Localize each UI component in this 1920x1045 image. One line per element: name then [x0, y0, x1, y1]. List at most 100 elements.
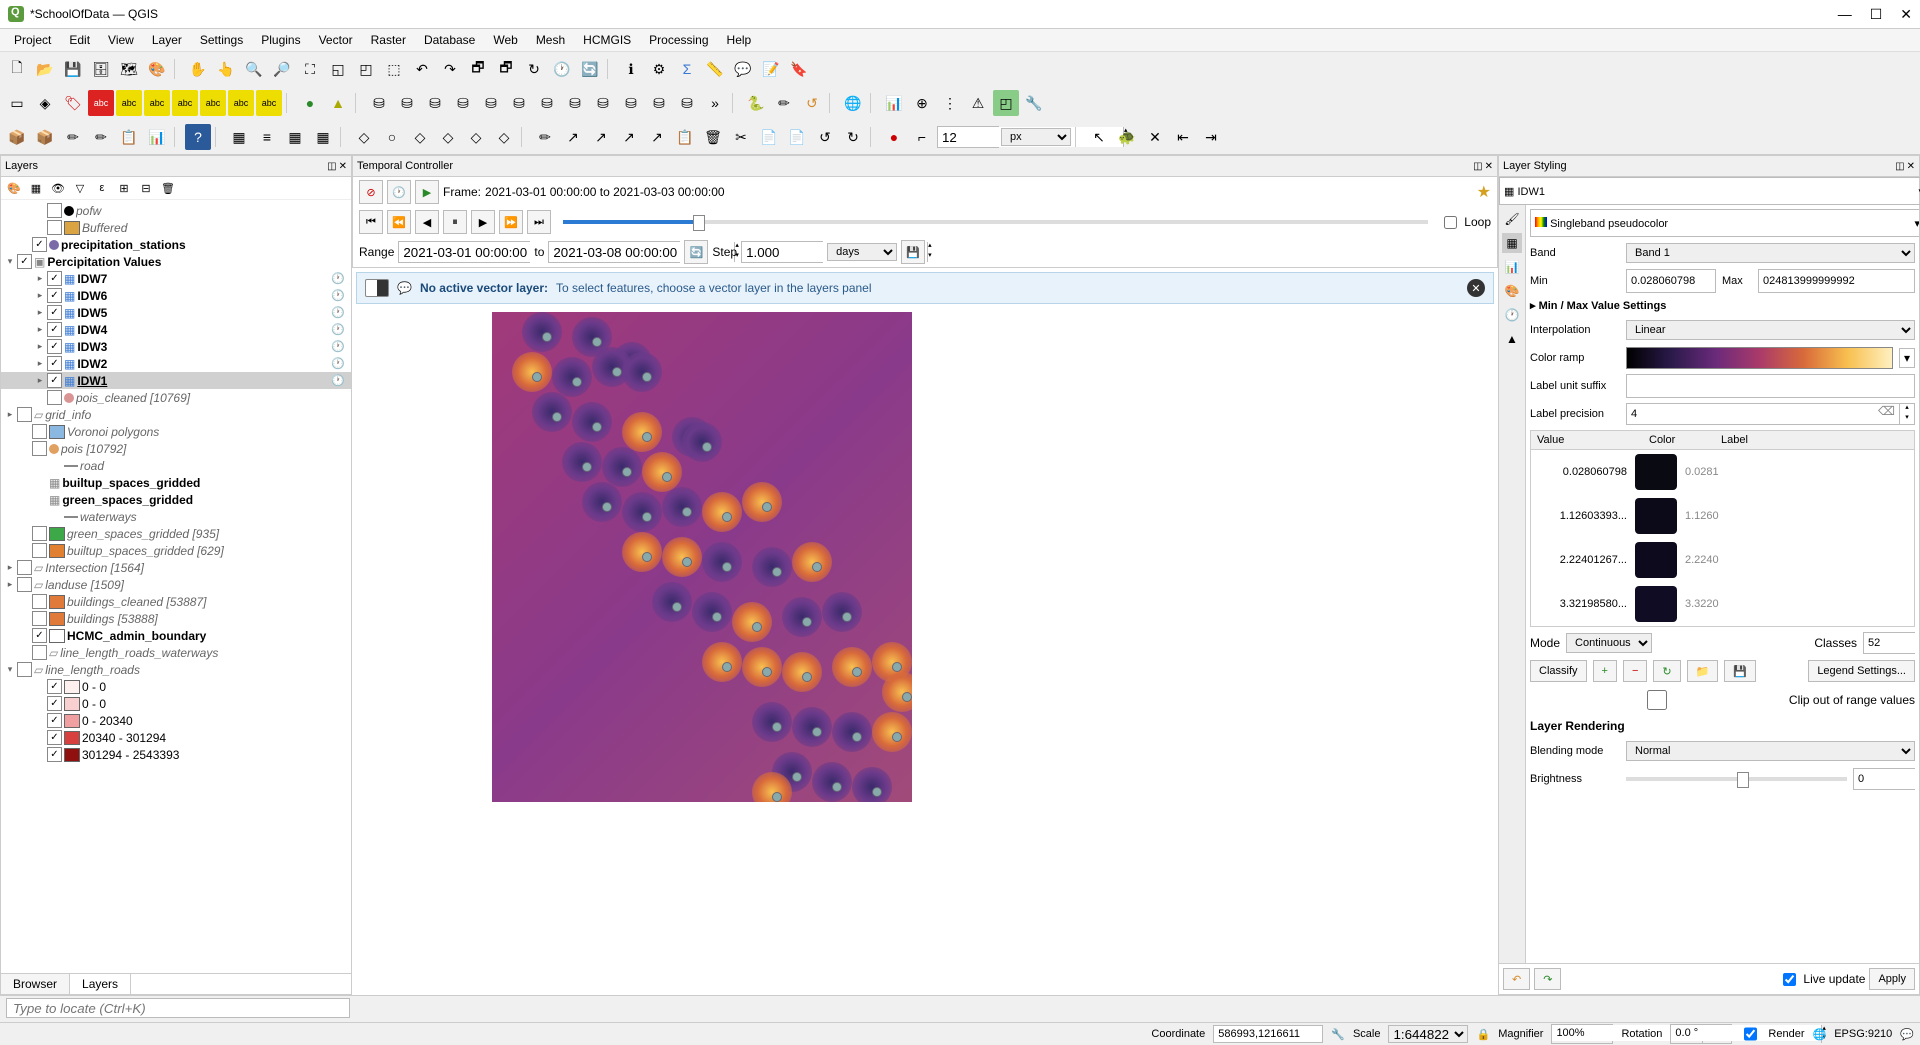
v3-icon[interactable]: ◇ — [407, 124, 433, 150]
bookmark-icon[interactable]: 🔖 — [786, 56, 812, 82]
layer-row[interactable]: ✓301294 - 2543393 — [1, 746, 351, 763]
add-group-icon[interactable]: ▦ — [27, 179, 45, 197]
color-table-row[interactable]: 3.32198580...3.3220 — [1531, 582, 1914, 626]
menu-layer[interactable]: Layer — [144, 31, 190, 49]
min-input[interactable] — [1626, 269, 1716, 293]
layer-checkbox[interactable]: ✓ — [47, 696, 62, 711]
tc-save-icon[interactable]: 💾 — [901, 240, 925, 264]
edit3-icon[interactable]: ✏ — [60, 124, 86, 150]
interp-select[interactable]: Linear — [1626, 320, 1915, 340]
tc-first-icon[interactable]: ⏮ — [359, 210, 383, 234]
spinner-value[interactable]: ▴▾ — [937, 126, 999, 148]
label-y1-icon[interactable]: abc — [116, 90, 142, 116]
menu-database[interactable]: Database — [416, 31, 483, 49]
tools-icon[interactable]: 🔧 — [1021, 90, 1047, 116]
nav-temporal-icon[interactable]: 🕐 — [1502, 305, 1522, 325]
zoom-selection-icon[interactable]: ◱ — [325, 56, 351, 82]
menu-help[interactable]: Help — [719, 31, 760, 49]
statistics-icon[interactable]: Σ — [674, 56, 700, 82]
layer-checkbox[interactable]: ✓ — [47, 730, 62, 745]
v1-icon[interactable]: ◇ — [351, 124, 377, 150]
renderer-select[interactable]: Singleband pseudocolor▾ — [1530, 209, 1919, 237]
sel1-icon[interactable]: ▦ — [226, 124, 252, 150]
layer-row[interactable]: ▦green_spaces_gridded — [1, 491, 351, 508]
folder-icon[interactable]: 📁 — [1687, 660, 1719, 682]
save-ramp-icon[interactable]: 💾 — [1724, 660, 1756, 682]
chart-icon[interactable]: 📊 — [881, 90, 907, 116]
db8-icon[interactable]: ⛁ — [562, 90, 588, 116]
rot-input[interactable]: ▴▾ — [1670, 1024, 1732, 1044]
ramp-dropdown-icon[interactable]: ▾ — [1899, 348, 1915, 368]
pencil-icon[interactable]: ✏ — [771, 90, 797, 116]
layer-row[interactable]: ▸▱landuse [1509] — [1, 576, 351, 593]
db10-icon[interactable]: ⛁ — [618, 90, 644, 116]
sel3-icon[interactable]: ▦ — [282, 124, 308, 150]
layer-checkbox[interactable]: ✓ — [47, 373, 62, 388]
remove-class-icon[interactable]: − — [1623, 660, 1647, 682]
db6-icon[interactable]: ⛁ — [506, 90, 532, 116]
d3-icon[interactable]: ↗ — [588, 124, 614, 150]
world-icon[interactable]: 🌐 — [840, 90, 866, 116]
layout-icon[interactable]: 🗺 — [116, 56, 142, 82]
layer-checkbox[interactable] — [32, 441, 47, 456]
color-table-row[interactable]: 2.22401267...2.2240 — [1531, 538, 1914, 582]
sel4-icon[interactable]: ▦ — [310, 124, 336, 150]
layer-checkbox[interactable] — [47, 220, 62, 235]
d11-icon[interactable]: ↺ — [812, 124, 838, 150]
layer-checkbox[interactable]: ✓ — [47, 288, 62, 303]
layer-row[interactable]: ▾✓▣Percipitation Values — [1, 253, 351, 270]
topo4-icon[interactable]: ⇤ — [1170, 124, 1196, 150]
menu-web[interactable]: Web — [485, 31, 525, 49]
menu-processing[interactable]: Processing — [641, 31, 716, 49]
topo3-icon[interactable]: ✕ — [1142, 124, 1168, 150]
color-ramp[interactable] — [1626, 347, 1893, 369]
layer-row[interactable]: Buffered — [1, 219, 351, 236]
d9-icon[interactable]: 📄 — [756, 124, 782, 150]
db2-icon[interactable]: ⛁ — [394, 90, 420, 116]
messages-icon[interactable]: 💬 — [1900, 1028, 1914, 1041]
db11-icon[interactable]: ⛁ — [646, 90, 672, 116]
nav-pyramids-icon[interactable]: ▲ — [1502, 329, 1522, 349]
layer-row[interactable]: green_spaces_gridded [935] — [1, 525, 351, 542]
menu-view[interactable]: View — [100, 31, 142, 49]
spinner-unit[interactable]: px — [1001, 128, 1071, 146]
layer-row[interactable]: ▸✓▦IDW5🕐 — [1, 304, 351, 321]
tc-step-input[interactable]: ▴▾ — [741, 241, 823, 263]
layer-row[interactable]: waterways — [1, 508, 351, 525]
more-icon[interactable]: » — [702, 90, 728, 116]
brightness-slider[interactable] — [1626, 777, 1847, 781]
layer-checkbox[interactable]: ✓ — [32, 237, 47, 252]
tc-play-icon[interactable]: ▶ — [415, 180, 439, 204]
pan-icon[interactable]: ✋ — [185, 56, 211, 82]
coord-input[interactable] — [1213, 1025, 1323, 1043]
label-y2-icon[interactable]: abc — [144, 90, 170, 116]
minimize-button[interactable]: — — [1838, 6, 1852, 23]
label-y6-icon[interactable]: abc — [256, 90, 282, 116]
dock-icon[interactable]: ◫ — [327, 161, 336, 172]
db5-icon[interactable]: ⛁ — [478, 90, 504, 116]
layer-row[interactable]: builtup_spaces_gridded [629] — [1, 542, 351, 559]
minmax-settings-expander[interactable]: ▸ Min / Max Value Settings — [1530, 297, 1915, 314]
sel2-icon[interactable]: ≡ — [254, 124, 280, 150]
menu-plugins[interactable]: Plugins — [253, 31, 308, 49]
layer-checkbox[interactable]: ✓ — [47, 305, 62, 320]
layer-checkbox[interactable]: ✓ — [47, 271, 62, 286]
tab-browser[interactable]: Browser — [1, 974, 70, 994]
zoom-layer-icon[interactable]: ◰ — [353, 56, 379, 82]
layer-row[interactable]: ▸✓▦IDW4🕐 — [1, 321, 351, 338]
suffix-input[interactable] — [1626, 374, 1915, 398]
map-canvas[interactable]: 💬 No active vector layer: To select feat… — [352, 268, 1498, 995]
measure-icon[interactable]: 📏 — [702, 56, 728, 82]
dock-icon[interactable]: ◫ — [1895, 161, 1904, 172]
menu-vector[interactable]: Vector — [311, 31, 361, 49]
live-update-check[interactable] — [1783, 973, 1796, 986]
tc-forward-icon[interactable]: ▶ — [471, 210, 495, 234]
refresh2-icon[interactable]: 🔄 — [577, 56, 603, 82]
layer-checkbox[interactable] — [32, 594, 47, 609]
open-icon[interactable]: 📂 — [32, 56, 58, 82]
layer-row[interactable]: ▸✓▦IDW3🕐 — [1, 338, 351, 355]
tc-pause-icon[interactable]: ⏸ — [443, 210, 467, 234]
nav-symbology-icon[interactable]: 🖌 — [1502, 209, 1522, 229]
d10-icon[interactable]: 📄 — [784, 124, 810, 150]
dock-icon[interactable]: ◫ — [1473, 161, 1482, 172]
